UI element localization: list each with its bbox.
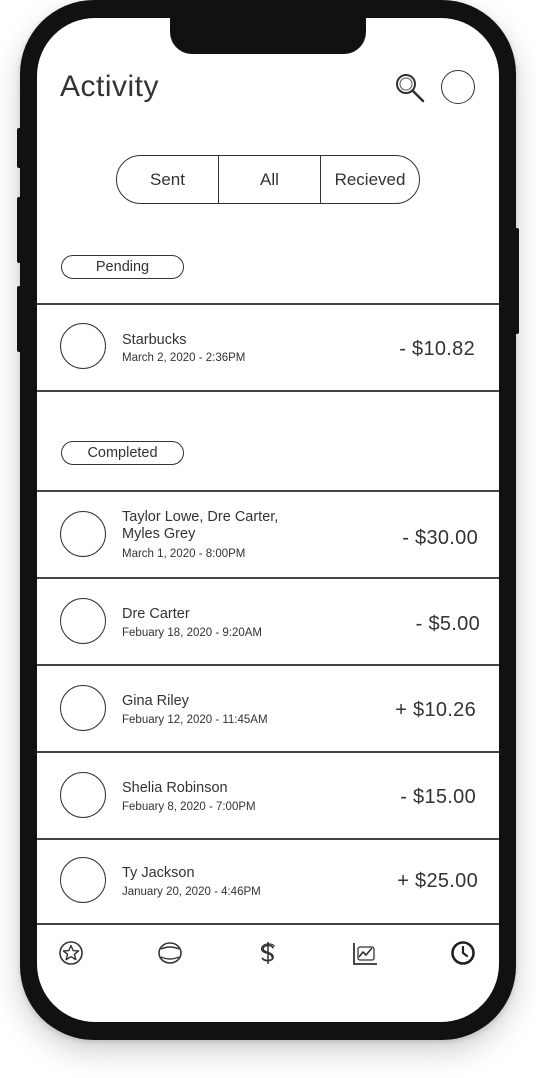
transaction-amount: - $30.00 [402, 527, 478, 549]
filter-sent[interactable]: Sent [117, 156, 218, 203]
transaction-name: Starbucks [122, 332, 187, 348]
filter-all[interactable]: All [218, 156, 320, 203]
transaction-name: Dre Carter [122, 606, 190, 622]
avatar [60, 323, 106, 369]
volume-up-button [17, 197, 23, 263]
transaction-row[interactable]: Dre Carter Febuary 18, 2020 - 9:20AM - $… [37, 579, 499, 664]
notch [170, 18, 366, 54]
power-button [513, 228, 519, 334]
transaction-amount: - $5.00 [415, 613, 480, 635]
transaction-name: Gina Riley [122, 693, 189, 709]
bottom-nav-divider [37, 923, 499, 925]
transaction-name: Taylor Lowe, Dre Carter, Myles Grey [122, 509, 279, 542]
avatar [60, 772, 106, 818]
transaction-name: Shelia Robinson [122, 780, 228, 796]
transaction-row-pending[interactable]: Starbucks March 2, 2020 - 2:36PM - $10.8… [37, 305, 499, 390]
page-title: Activity [60, 70, 160, 103]
avatar [60, 511, 106, 557]
star-icon[interactable] [58, 940, 84, 966]
transaction-amount: + $25.00 [397, 870, 478, 892]
transaction-date: March 1, 2020 - 8:00PM [122, 548, 246, 560]
transaction-row[interactable]: Gina Riley Febuary 12, 2020 - 11:45AM + … [37, 666, 499, 751]
silent-switch [17, 128, 23, 168]
clock-icon[interactable] [450, 940, 476, 966]
chart-icon[interactable] [352, 940, 378, 966]
filter-segmented-control: Sent All Recieved [116, 155, 420, 204]
transaction-date: Febuary 12, 2020 - 11:45AM [122, 714, 268, 726]
transaction-date: Febuary 8, 2020 - 7:00PM [122, 801, 256, 813]
screen: Activity Sent All Recieved Pending Starb… [37, 18, 499, 1022]
dollar-icon[interactable] [255, 940, 281, 966]
transaction-row[interactable]: Taylor Lowe, Dre Carter, Myles Grey Marc… [37, 492, 499, 577]
transaction-name: Ty Jackson [122, 865, 195, 881]
pending-label: Pending [61, 255, 184, 279]
transaction-date: January 20, 2020 - 4:46PM [122, 886, 261, 898]
transaction-date: March 2, 2020 - 2:36PM [122, 352, 246, 364]
transaction-amount: - $10.82 [399, 338, 475, 360]
search-icon[interactable] [394, 72, 426, 104]
profile-avatar[interactable] [441, 70, 475, 104]
filter-recieved[interactable]: Recieved [320, 156, 419, 203]
transaction-date: Febuary 18, 2020 - 9:20AM [122, 627, 262, 639]
avatar [60, 685, 106, 731]
transaction-row[interactable]: Ty Jackson January 20, 2020 - 4:46PM + $… [37, 840, 499, 923]
transaction-amount: + $10.26 [395, 699, 476, 721]
wallet-icon[interactable] [157, 940, 183, 966]
volume-down-button [17, 286, 23, 352]
avatar [60, 598, 106, 644]
transaction-row[interactable]: Shelia Robinson Febuary 8, 2020 - 7:00PM… [37, 753, 499, 838]
completed-label: Completed [61, 441, 184, 465]
divider [37, 390, 499, 392]
transaction-amount: - $15.00 [400, 786, 476, 808]
avatar [60, 857, 106, 903]
